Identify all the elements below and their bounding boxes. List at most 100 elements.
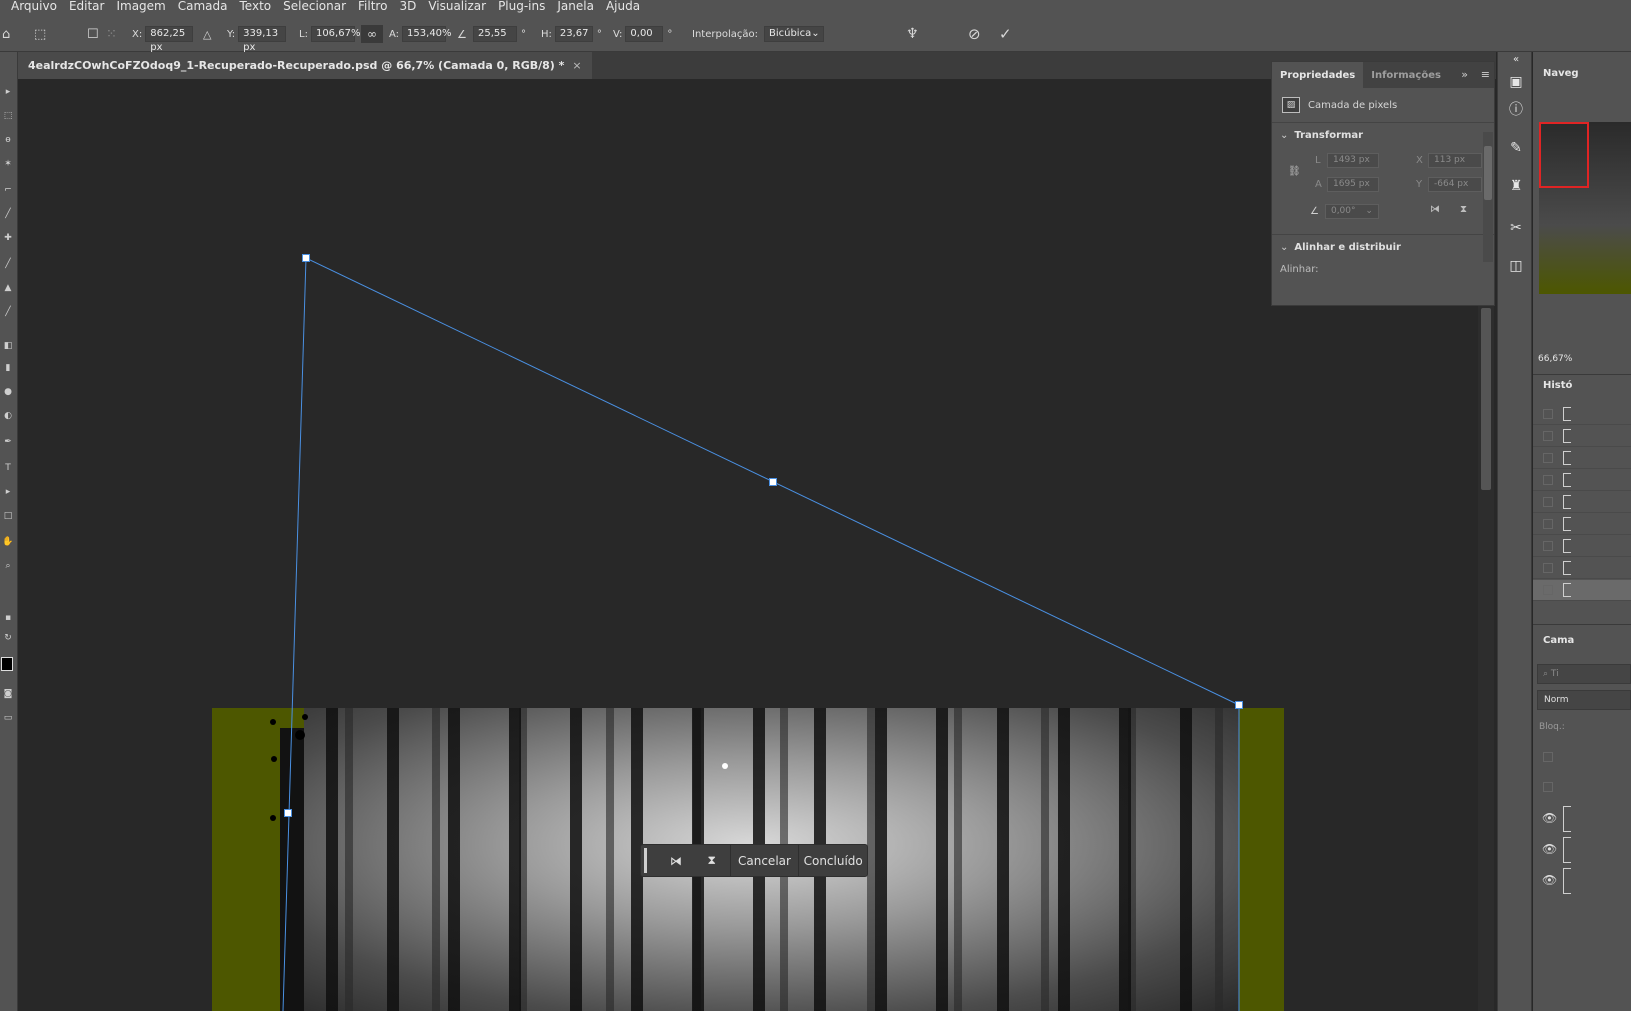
history-row[interactable] <box>1533 514 1631 535</box>
navigator-thumbnail[interactable] <box>1539 122 1631 294</box>
drag-handle[interactable] <box>644 848 650 873</box>
align-section-title[interactable]: Alinhar e distribuir <box>1294 242 1401 253</box>
vskew-input[interactable]: 0,00 <box>625 26 664 42</box>
dodge-tool-icon[interactable]: ◐ <box>1 410 15 422</box>
clone-source-icon[interactable]: ♜ <box>1506 176 1526 196</box>
stamp-tool-icon[interactable]: ▲ <box>1 282 15 294</box>
menu-texto[interactable]: Texto <box>234 0 278 13</box>
quick-mask-icon[interactable]: ◙ <box>1 688 15 700</box>
y-position-input[interactable]: 339,13 px <box>238 26 287 53</box>
collapse-arrows-icon[interactable]: « <box>1506 50 1526 70</box>
history-row-current[interactable] <box>1533 580 1631 601</box>
x-position-input[interactable]: 862,25 px <box>145 26 194 53</box>
menu-ajuda[interactable]: Ajuda <box>600 0 646 13</box>
link-icon[interactable]: ⛓ <box>1288 166 1301 177</box>
properties-scrollbar[interactable] <box>1483 132 1493 262</box>
move-tool-icon[interactable]: ▸ <box>1 86 15 98</box>
menu-imagem[interactable]: Imagem <box>110 0 171 13</box>
history-row-checkbox[interactable] <box>1543 497 1553 507</box>
navigator-panel-title[interactable]: Naveg <box>1543 68 1579 79</box>
x-field[interactable]: 113 px <box>1428 153 1482 168</box>
history-row[interactable] <box>1533 404 1631 425</box>
lock-checkbox[interactable] <box>1543 782 1553 792</box>
zoom-tool-icon[interactable]: ⌕ <box>1 560 15 572</box>
width-field[interactable]: 1493 px <box>1327 153 1379 168</box>
history-row[interactable] <box>1533 558 1631 579</box>
layer-row[interactable]: 👁 <box>1533 866 1631 896</box>
lasso-tool-icon[interactable]: ɵ <box>1 134 15 146</box>
history-row-checkbox[interactable] <box>1543 431 1553 441</box>
warp-mode-icon[interactable]: ♆ <box>906 25 919 43</box>
shape-tool-icon[interactable]: □ <box>1 510 15 522</box>
history-row-checkbox[interactable] <box>1543 541 1553 551</box>
flip-vertical-icon[interactable]: ⧗ <box>694 845 730 876</box>
libraries-icon[interactable]: ◫ <box>1506 256 1526 276</box>
history-row-checkbox[interactable] <box>1543 585 1553 595</box>
commit-transform-icon[interactable]: ✓ <box>999 25 1012 43</box>
collapse-panel-icon[interactable]: » <box>1461 68 1468 81</box>
y-field[interactable]: -664 px <box>1428 177 1482 192</box>
menu-selecionar[interactable]: Selecionar <box>277 0 352 13</box>
menu-janela[interactable]: Janela <box>551 0 600 13</box>
reference-point-checkbox[interactable]: ☐ <box>87 25 99 43</box>
link-icon[interactable]: ∞ <box>361 25 383 43</box>
path-selection-tool-icon[interactable]: ▸ <box>1 486 15 498</box>
brush-presets-icon[interactable]: ✎ <box>1506 138 1526 158</box>
vertical-scrollbar[interactable] <box>1478 306 1494 1011</box>
scrollbar-thumb[interactable] <box>1484 146 1492 200</box>
menu-camada[interactable]: Camada <box>172 0 234 13</box>
angle-field[interactable]: 0,00° ⌄ <box>1324 204 1379 219</box>
cancel-button[interactable]: Cancelar <box>731 845 799 876</box>
history-row[interactable] <box>1533 426 1631 447</box>
height-field[interactable]: 1695 px <box>1327 177 1379 192</box>
flip-vertical-icon[interactable]: ⧗ <box>1460 204 1467 215</box>
history-panel-title[interactable]: Histó <box>1543 380 1572 391</box>
blur-tool-icon[interactable]: ● <box>1 386 15 398</box>
history-row[interactable] <box>1533 536 1631 557</box>
layer-row[interactable]: 👁 <box>1533 835 1631 865</box>
foreground-color-swatch[interactable] <box>1 657 13 671</box>
crop-tool-icon[interactable]: ⌐ <box>1 184 15 196</box>
default-colors-icon[interactable]: ▪ <box>1 612 15 624</box>
scrollbar-thumb[interactable] <box>1481 308 1491 490</box>
tools-options-icon[interactable]: ✂ <box>1506 218 1526 238</box>
history-row-checkbox[interactable] <box>1543 563 1553 573</box>
hand-tool-icon[interactable]: ✋ <box>1 536 15 548</box>
navigator-zoom-value[interactable]: 66,67% <box>1538 354 1572 364</box>
chevron-down-icon[interactable]: ⌄ <box>1280 242 1288 253</box>
flip-horizontal-icon[interactable]: ⧒ <box>658 845 694 876</box>
document-tab[interactable]: 4ealrdzCOwhCoFZOdoq9_1-Recuperado-Recupe… <box>18 52 592 79</box>
hskew-input[interactable]: 23,67 <box>554 26 593 42</box>
history-row[interactable] <box>1533 448 1631 469</box>
interpolation-select[interactable]: Bicúbica ⌄ <box>763 26 824 42</box>
lock-checkbox[interactable] <box>1543 752 1553 762</box>
marquee-tool-icon[interactable]: ⬚ <box>1 110 15 122</box>
menu-arquivo[interactable]: Arquivo <box>0 0 63 13</box>
tab-informacoes[interactable]: Informações <box>1363 62 1449 88</box>
eraser-tool-icon[interactable]: ◧ <box>1 340 15 352</box>
menu-plugins[interactable]: Plug-ins <box>492 0 551 13</box>
cancel-transform-icon[interactable]: ⊘ <box>968 25 981 43</box>
eye-icon[interactable]: 👁 <box>1542 811 1557 825</box>
history-row-checkbox[interactable] <box>1543 519 1553 529</box>
history-row-checkbox[interactable] <box>1543 409 1553 419</box>
menu-filtro[interactable]: Filtro <box>352 0 393 13</box>
reference-point-grid-icon[interactable]: ⁙ <box>106 25 117 43</box>
magic-wand-tool-icon[interactable]: ✶ <box>1 158 15 170</box>
width-input[interactable]: 106,67% <box>310 26 360 42</box>
history-row-checkbox[interactable] <box>1543 475 1553 485</box>
history-row[interactable] <box>1533 470 1631 491</box>
properties-panel-icon[interactable]: ▣ <box>1506 72 1526 92</box>
history-brush-tool-icon[interactable]: ╱ <box>1 306 15 318</box>
history-row-checkbox[interactable] <box>1543 453 1553 463</box>
navigator-view-box[interactable] <box>1539 122 1589 188</box>
screen-mode-icon[interactable]: ▭ <box>1 712 15 724</box>
transform-tool-icon[interactable]: ⬚ <box>34 25 46 43</box>
gradient-tool-icon[interactable]: ▮ <box>1 362 15 374</box>
menu-visualizar[interactable]: Visualizar <box>422 0 492 13</box>
close-icon[interactable]: × <box>572 59 581 72</box>
menu-3d[interactable]: 3D <box>393 0 422 13</box>
pen-tool-icon[interactable]: ✒ <box>1 436 15 448</box>
rotate-input[interactable]: 25,55 <box>473 26 517 42</box>
healing-tool-icon[interactable]: ✚ <box>1 232 15 244</box>
